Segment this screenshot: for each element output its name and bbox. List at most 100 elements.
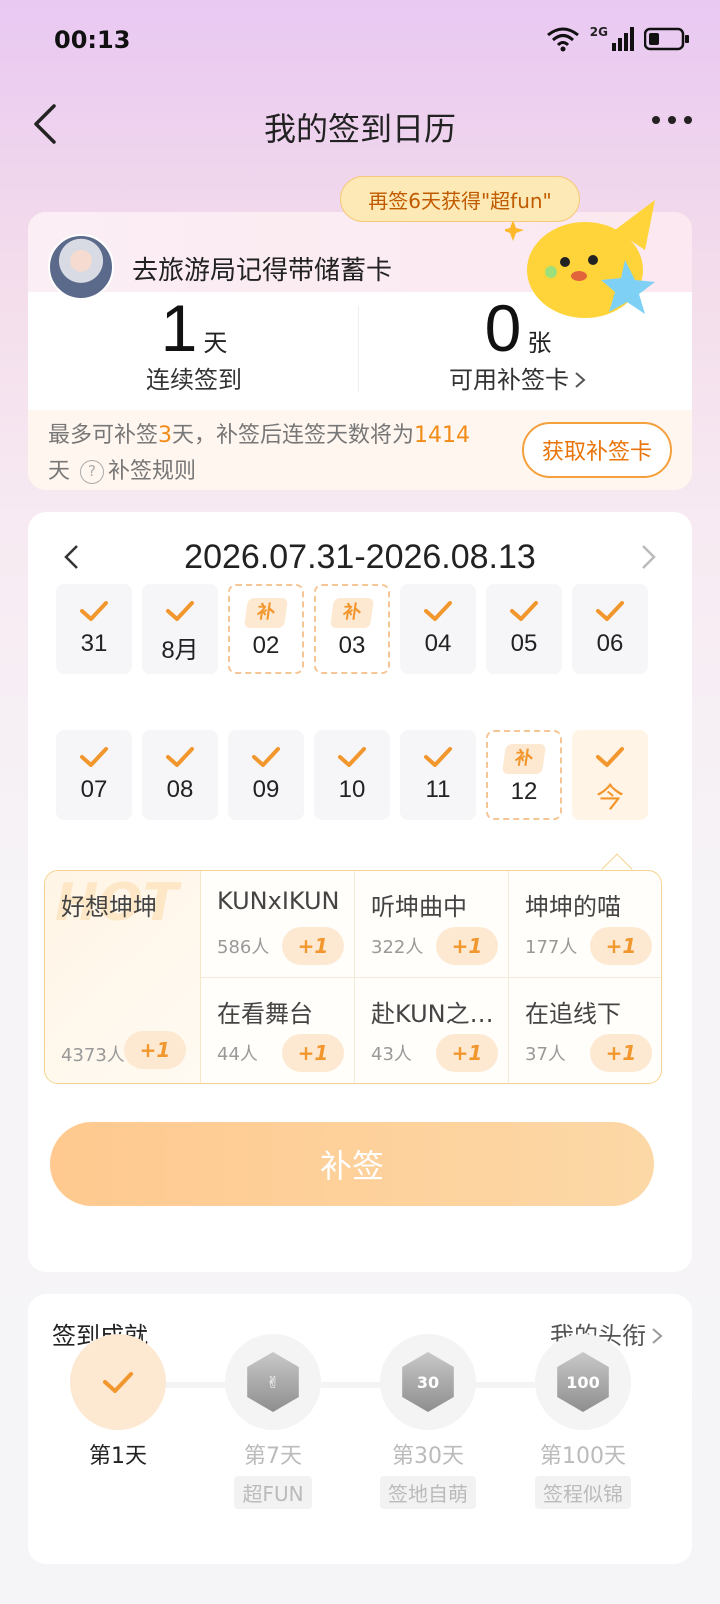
check-icon [80, 601, 108, 621]
topic-count: 322人 [371, 937, 424, 958]
help-icon[interactable]: ? [80, 460, 105, 484]
calendar-day[interactable]: 06 [572, 584, 648, 674]
check-icon [252, 747, 280, 767]
day-label: 10 [338, 776, 366, 803]
day-label: 03 [338, 632, 366, 659]
badge-day-label: 第7天 [244, 1444, 302, 1469]
topic-name: 坤坤的喵 [525, 893, 621, 921]
cards-unit: 张 [527, 329, 552, 357]
plus-one-button[interactable]: +1 [282, 1034, 344, 1072]
check-icon [166, 601, 194, 621]
cards-label: 可用补签卡 [449, 366, 569, 394]
rules-link[interactable]: 补签规则 [108, 459, 196, 484]
day-label: 09 [252, 776, 280, 803]
day-label: 11 [425, 776, 451, 803]
topic-count: 43人 [371, 1044, 412, 1065]
day-label: 07 [80, 776, 108, 803]
wifi-icon [546, 27, 579, 52]
day-label: 8月 [161, 637, 199, 664]
topic-hot[interactable]: HOT 好想坤坤 4373人 +1 [45, 871, 201, 1083]
day-label: 05 [510, 630, 538, 657]
signal-icon [612, 27, 634, 51]
status-time: 00:13 [54, 26, 131, 54]
calendar-day[interactable]: 今 [572, 730, 648, 820]
makeup-info-bar: 最多可补签3天，补签后连签天数将为1414 天? 补签规则 获取补签卡 [28, 410, 692, 490]
topic-name: 在看舞台 [217, 1000, 313, 1028]
topic-count: 586人 [217, 937, 270, 958]
badge-name: 超FUN [234, 1476, 312, 1509]
chevron-right-icon [652, 1328, 663, 1344]
check-icon [424, 747, 452, 767]
battery-icon [644, 27, 689, 51]
plus-one-button[interactable]: +1 [436, 927, 498, 965]
username: 去旅游局记得带储蓄卡 [132, 256, 393, 286]
plus-one-button[interactable]: +1 [124, 1031, 186, 1069]
topic-name: 听坤曲中 [371, 893, 467, 921]
achievement-badge[interactable]: ✌ 第7天超FUN [225, 1334, 321, 1509]
day-label: 今 [595, 782, 624, 813]
calendar-day[interactable]: 补 03 [314, 584, 390, 674]
calendar-day[interactable]: 05 [486, 584, 562, 674]
makeup-signin-button[interactable]: 补签 [50, 1122, 654, 1206]
achievement-badge[interactable]: 100 第100天 签程似锦 [535, 1334, 631, 1509]
calendar-day[interactable]: 10 [314, 730, 390, 820]
check-icon [80, 747, 108, 767]
topic-item[interactable]: KUNxIKUN 586人 +1 [201, 871, 355, 978]
badge-day-label: 第30天 [392, 1444, 464, 1469]
get-makeup-card-button[interactable]: 获取补签卡 [522, 422, 672, 478]
page-title: 我的签到日历 [263, 110, 456, 148]
achievements-card: 签到成就 我的头衔 第1天✌第7天超FUN30第30天签地自萌100第100天签… [28, 1294, 692, 1564]
check-icon [166, 747, 194, 767]
achievement-badge[interactable]: 第1天 [70, 1334, 166, 1470]
reward-tip-bubble: 再签6天获得"超fun" [340, 176, 580, 222]
progress-track [128, 1382, 588, 1388]
calendar-day[interactable]: 04 [400, 584, 476, 674]
makeup-tag: 补 [329, 598, 375, 628]
badge-name: 签程似锦 [535, 1476, 631, 1509]
calendar-day[interactable]: 08 [142, 730, 218, 820]
badge-name: 签地自萌 [380, 1476, 476, 1509]
topics-panel: HOT 好想坤坤 4373人 +1 KUNxIKUN 586人 +1 听坤曲中 322人… [44, 870, 662, 1084]
streak-unit: 天 [203, 329, 228, 357]
topic-name: 在追线下 [525, 1000, 621, 1028]
more-icon[interactable] [652, 116, 692, 124]
plus-one-button[interactable]: +1 [436, 1034, 498, 1072]
topic-item[interactable]: 赴KUN之… 43人 +1 [355, 978, 509, 1083]
topic-item[interactable]: 在看舞台 44人 +1 [201, 978, 355, 1083]
topic-name: 好想坤坤 [61, 893, 157, 921]
topic-item[interactable]: 坤坤的喵 177人 +1 [509, 871, 661, 978]
calendar-day[interactable]: 09 [228, 730, 304, 820]
topic-count: 44人 [217, 1044, 258, 1065]
plus-one-button[interactable]: +1 [590, 1034, 652, 1072]
date-range: 2026.07.31-2026.08.13 [184, 538, 536, 576]
topic-name: 赴KUN之… [371, 1000, 494, 1028]
streak-label: 连续签到 [146, 366, 242, 394]
calendar-day[interactable]: 11 [400, 730, 476, 820]
topic-item[interactable]: 在追线下 37人 +1 [509, 978, 661, 1083]
stat-divider [358, 306, 359, 392]
badge-medal-icon: ✌ [247, 1352, 299, 1412]
check-icon [103, 1372, 133, 1393]
badge-medal-icon: 30 [402, 1352, 454, 1412]
day-label: 06 [596, 630, 624, 657]
topic-item[interactable]: 听坤曲中 322人 +1 [355, 871, 509, 978]
badge-day-label: 第1天 [89, 1444, 147, 1469]
calendar-day[interactable]: 07 [56, 730, 132, 820]
plus-one-button[interactable]: +1 [282, 927, 344, 965]
check-icon [338, 747, 366, 767]
network-type: 2G [589, 25, 608, 39]
achievement-badge[interactable]: 30 第30天签地自萌 [380, 1334, 476, 1509]
topic-count: 4373人 [61, 1045, 125, 1066]
calendar-card: 2026.07.31-2026.08.13 31 8月 补 02 补 03 04 05 06 07… [28, 512, 692, 1272]
calendar-day[interactable]: 补 12 [486, 730, 562, 820]
calendar-day[interactable]: 8月 [142, 584, 218, 674]
chevron-right-icon[interactable] [636, 542, 660, 572]
plus-one-button[interactable]: +1 [590, 927, 652, 965]
makeup-tag: 补 [501, 744, 547, 774]
badge-day-label: 第100天 [540, 1444, 626, 1469]
day-label: 08 [166, 776, 194, 803]
calendar-day[interactable]: 31 [56, 584, 132, 674]
status-icons: 2G [546, 25, 690, 52]
streak-value: 1 [160, 291, 198, 365]
calendar-day[interactable]: 补 02 [228, 584, 304, 674]
